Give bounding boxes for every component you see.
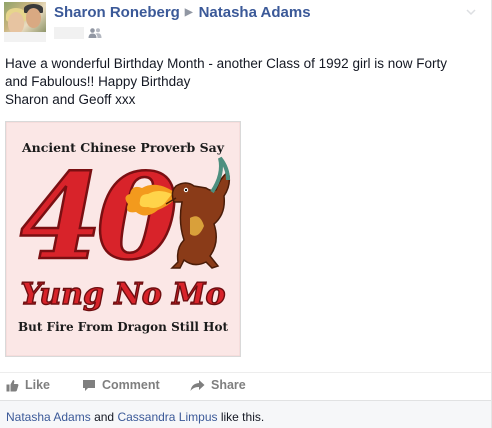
message-line: and Fabulous!! Happy Birthday: [5, 74, 191, 89]
likes-connector: and: [94, 410, 115, 424]
share-button[interactable]: Share: [190, 378, 246, 392]
share-arrow-icon: [190, 379, 205, 391]
like-label: Like: [25, 378, 51, 392]
timestamp[interactable]: [54, 27, 84, 39]
liker-link[interactable]: Natasha Adams: [6, 410, 91, 424]
comment-button[interactable]: Comment: [82, 378, 160, 392]
comment-label: Comment: [102, 378, 160, 392]
likes-summary: Natasha Adams and Cassandra Limpus like …: [0, 400, 491, 428]
post-photo[interactable]: Ancient Chinese Proverb Say 40 Yung No M…: [5, 121, 241, 357]
triangle-right-icon: ▶: [184, 7, 193, 18]
story-meta: [54, 26, 102, 40]
likes-suffix: like this.: [220, 410, 265, 424]
image-bottom-text: But Fire From Dragon Still Hot: [18, 320, 229, 334]
story-header: Sharon Roneberg ▶ Natasha Adams: [54, 4, 311, 21]
action-bar: Like Comment Share: [0, 372, 491, 399]
message-line: Have a wonderful Birthday Month - anothe…: [5, 56, 447, 71]
recipient-link[interactable]: Natasha Adams: [199, 4, 311, 21]
speech-bubble-icon: [83, 379, 95, 391]
friends-icon[interactable]: [88, 27, 102, 39]
share-label: Share: [211, 378, 246, 392]
avatar[interactable]: [4, 2, 46, 42]
post-message: Have a wonderful Birthday Month - anothe…: [5, 55, 485, 109]
image-middle-text: Yung No Mo: [21, 277, 226, 312]
feed-story: Sharon Roneberg ▶ Natasha Adams Have a won…: [0, 0, 492, 428]
thumbs-up-icon: [6, 379, 19, 391]
liker-link[interactable]: Cassandra Limpus: [117, 410, 217, 424]
birthday-image: Ancient Chinese Proverb Say 40 Yung No M…: [6, 122, 240, 356]
message-line: Sharon and Geoff xxx: [5, 92, 136, 107]
like-button[interactable]: Like: [6, 378, 50, 392]
author-link[interactable]: Sharon Roneberg: [54, 4, 180, 21]
chevron-down-icon[interactable]: [465, 6, 477, 18]
image-big-number: 40: [20, 147, 177, 286]
